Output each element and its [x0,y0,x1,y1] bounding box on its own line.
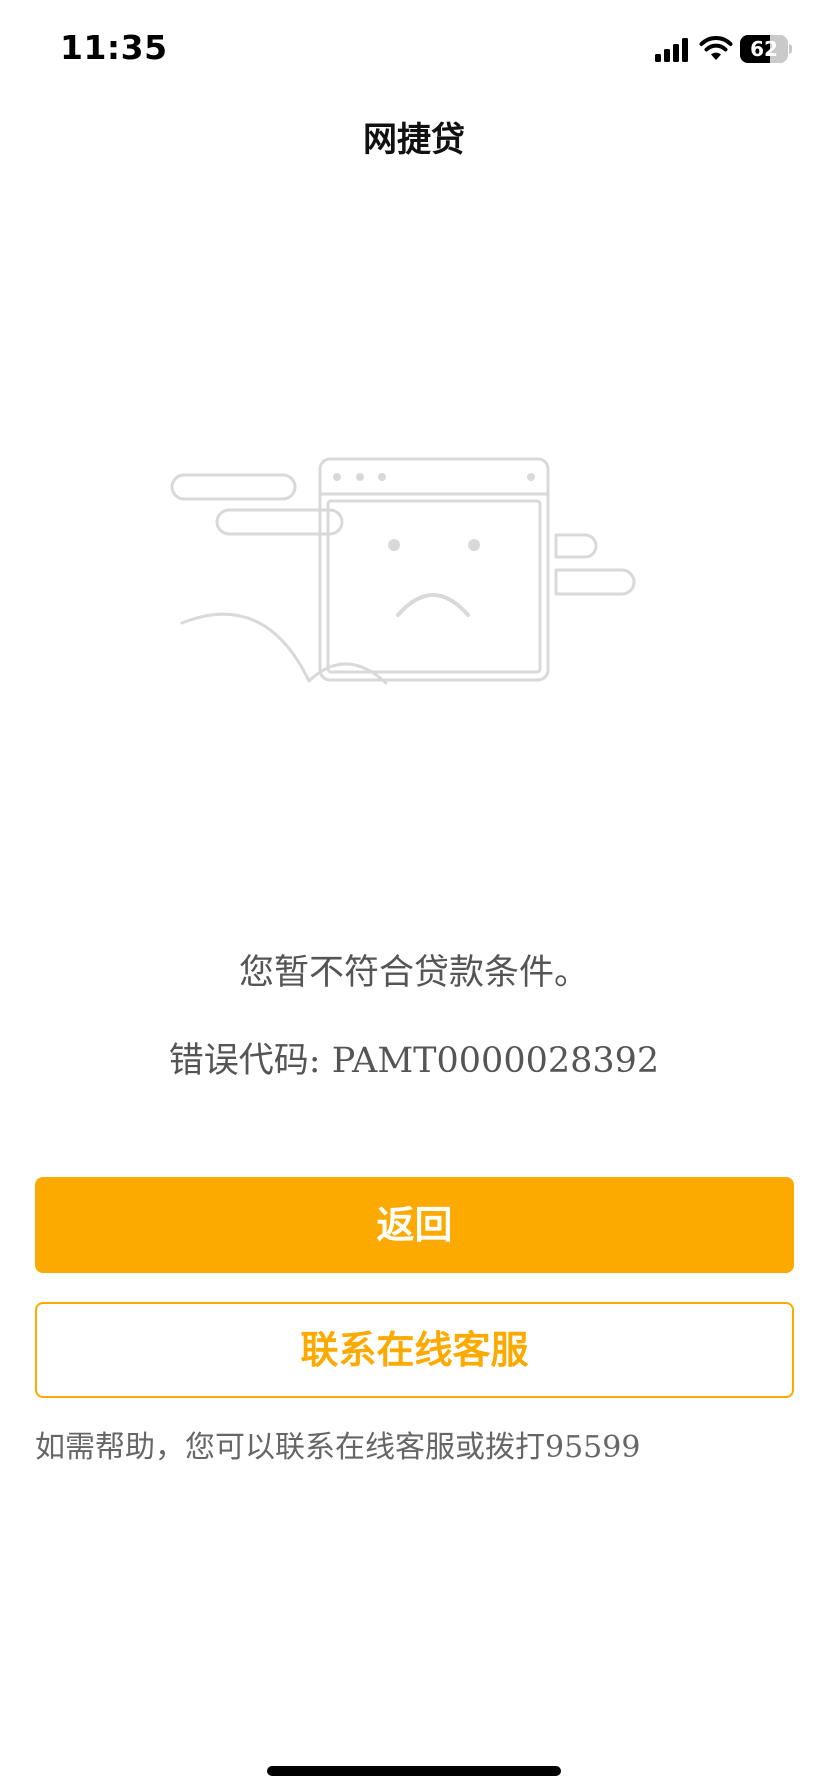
status-bar: 11:35 62 [0,0,828,100]
wifi-icon [699,36,733,60]
error-message: 您暂不符合贷款条件。 [238,953,589,993]
error-code: 错误代码: PAMT0000028392 [168,1041,660,1081]
contact-online-service-button[interactable]: 联系在线客服 [35,1302,794,1398]
sad-browser-window-icon [170,457,636,685]
page-title: 网捷贷 [363,120,465,160]
battery-cap [789,44,792,54]
battery-level: 62 [750,37,778,61]
back-button[interactable]: 返回 [35,1177,794,1273]
status-time: 11:35 [60,28,168,67]
battery-body: 62 [740,35,788,63]
help-text: 如需帮助，您可以联系在线客服或拨打95599 [35,1430,641,1465]
battery-icon: 62 [740,35,792,63]
home-indicator[interactable] [267,1766,561,1776]
cellular-signal-icon [655,38,688,62]
